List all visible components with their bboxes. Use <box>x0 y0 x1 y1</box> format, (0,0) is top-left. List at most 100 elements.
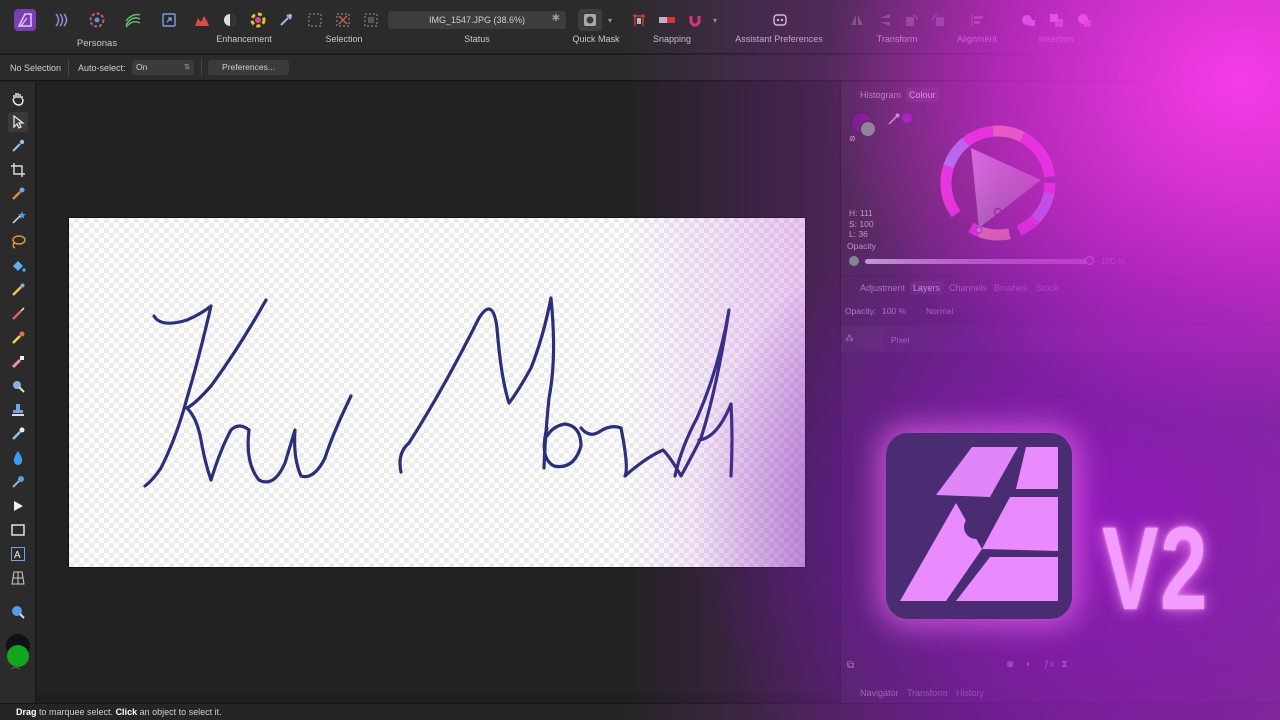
tab-adjustment[interactable]: Adjustment <box>857 281 908 295</box>
selection-state-text: No Selection <box>10 63 62 73</box>
export-persona-icon[interactable] <box>158 9 180 31</box>
tab-stock[interactable]: Stock <box>1033 281 1062 295</box>
liquify-persona-icon[interactable] <box>50 9 72 31</box>
no-colour-icon[interactable]: ⊘ <box>849 134 856 143</box>
canvas-area[interactable] <box>37 82 839 694</box>
tab-channels[interactable]: Channels <box>946 281 990 295</box>
smudge-tool-icon[interactable] <box>8 424 28 444</box>
adjustment-layer-icon[interactable]: ◐ <box>1026 659 1032 670</box>
swap-colours-icon[interactable]: ⌒ <box>11 665 20 678</box>
dodge-tool-icon[interactable] <box>8 376 28 396</box>
chevron-updown-icon: ⇅ <box>184 64 190 71</box>
svg-text:A: A <box>14 550 21 561</box>
document-canvas[interactable] <box>68 217 806 568</box>
divider <box>201 59 202 76</box>
align-icon[interactable] <box>966 9 988 31</box>
node-tool-icon[interactable] <box>8 496 28 516</box>
layer-thumbnail <box>857 329 883 349</box>
develop-persona-icon[interactable] <box>86 9 108 31</box>
flood-select-tool-icon[interactable] <box>8 208 28 228</box>
invert-selection-icon[interactable] <box>360 9 382 31</box>
selection-brush-tool-icon[interactable] <box>8 184 28 204</box>
freehand-selection-tool-icon[interactable] <box>8 232 28 252</box>
quick-mask-label: Quick Mask <box>572 34 620 44</box>
flip-vertical-icon[interactable] <box>874 9 896 31</box>
tab-layers[interactable]: Layers <box>910 281 944 295</box>
blend-mode-select[interactable]: Normal <box>926 306 953 316</box>
insert-inside-icon[interactable] <box>1017 9 1039 31</box>
tab-colour[interactable]: Colour <box>906 88 939 102</box>
mesh-warp-tool-icon[interactable] <box>8 568 28 588</box>
deselect-icon[interactable] <box>332 9 354 31</box>
text-tool-icon[interactable]: A <box>8 544 28 564</box>
tab-navigator[interactable]: Navigator <box>857 686 902 700</box>
tone-mapping-persona-icon[interactable] <box>122 9 144 31</box>
flip-horizontal-icon[interactable] <box>846 9 868 31</box>
opacity-colour-dot <box>849 256 859 266</box>
clone-brush-tool-icon[interactable] <box>8 328 28 348</box>
navigator-panel-tabs: Navigator Transform History <box>841 682 1280 702</box>
tab-transform[interactable]: Transform <box>904 686 951 700</box>
layer-options-icon[interactable]: ⧉ <box>847 660 854 671</box>
auto-select-value: On <box>136 62 148 72</box>
app-window: Personas Enhancement Selection IMG_1547.… <box>0 0 1280 720</box>
layer-opacity-value[interactable]: 100 % <box>882 306 906 316</box>
fx-icon[interactable]: ƒx <box>1044 659 1055 670</box>
zoom-tool-icon[interactable] <box>8 602 28 622</box>
snapping-dropdown-icon[interactable]: ▾ <box>709 9 721 31</box>
mask-layer-icon[interactable]: ◙ <box>1007 659 1013 670</box>
insert-top-icon[interactable] <box>1073 9 1095 31</box>
paint-brush-tool-icon[interactable] <box>8 304 28 324</box>
auto-select-dropdown[interactable]: On ⇅ <box>132 60 194 75</box>
erase-brush-tool-icon[interactable] <box>8 352 28 372</box>
secondary-colour-swatch-panel[interactable] <box>859 120 877 138</box>
tab-histogram[interactable]: Histogram <box>857 88 904 102</box>
blur-drop-icon[interactable] <box>8 448 28 468</box>
live-filter-icon[interactable]: ⧗ <box>1061 659 1068 670</box>
status-click-text: an object to select it. <box>137 707 222 717</box>
picked-colour-swatch[interactable] <box>902 113 912 123</box>
move-tool-icon[interactable] <box>8 112 28 132</box>
insert-behind-icon[interactable] <box>1045 9 1067 31</box>
opacity-slider[interactable] <box>865 259 1089 264</box>
colour-wheel[interactable] <box>939 124 1057 247</box>
assistant-icon[interactable] <box>769 9 791 31</box>
clone-stamp-tool-icon[interactable] <box>8 400 28 420</box>
auto-white-balance-icon[interactable] <box>275 9 297 31</box>
quick-mask-dropdown-icon[interactable]: ▾ <box>604 9 616 31</box>
snapping-toggle-icon[interactable] <box>656 9 678 31</box>
alignment-label: Alignment <box>956 34 998 44</box>
view-tool-hand-icon[interactable] <box>8 88 28 108</box>
snapping-grid-icon[interactable] <box>628 9 650 31</box>
layer-name: Pixel <box>891 335 910 345</box>
status-click-word: Click <box>115 707 138 717</box>
colour-picker-tool-icon[interactable] <box>8 136 28 156</box>
auto-levels-icon[interactable] <box>191 9 213 31</box>
auto-select-label: Auto-select: <box>78 63 126 73</box>
inpainting-brush-tool-icon[interactable] <box>8 280 28 300</box>
opacity-slider-handle[interactable] <box>1085 256 1094 265</box>
rectangle-tool-icon[interactable] <box>8 520 28 540</box>
primary-colour-swatch[interactable] <box>7 645 29 667</box>
rotate-right-icon[interactable] <box>928 9 950 31</box>
colour-picker-icon[interactable] <box>887 112 901 131</box>
tab-brushes[interactable]: Brushes <box>991 281 1030 295</box>
auto-colours-icon[interactable] <box>247 9 269 31</box>
layers-panel-tabs: Adjustment Layers Channels Brushes Stock <box>841 276 1280 296</box>
photo-persona-icon[interactable] <box>14 9 36 31</box>
auto-contrast-icon[interactable] <box>219 9 241 31</box>
rotate-left-icon[interactable] <box>900 9 922 31</box>
tab-history[interactable]: History <box>953 686 987 700</box>
fill-tool-icon[interactable] <box>8 256 28 276</box>
red-eye-tool-icon[interactable] <box>8 472 28 492</box>
affinity-photo-logo <box>886 433 1072 619</box>
layer-row[interactable]: ⁂ Pixel <box>841 326 1280 352</box>
quick-mask-button[interactable] <box>578 9 602 31</box>
layer-lock-icon[interactable]: ⁂ <box>845 333 854 344</box>
preferences-button[interactable]: Preferences... <box>208 60 289 75</box>
select-all-icon[interactable] <box>304 9 326 31</box>
enhancement-label: Enhancement <box>216 34 272 44</box>
document-status-field[interactable]: IMG_1547.JPG (38.6%) ✱ <box>388 11 566 29</box>
magnet-icon[interactable] <box>684 9 706 31</box>
crop-tool-icon[interactable] <box>8 160 28 180</box>
